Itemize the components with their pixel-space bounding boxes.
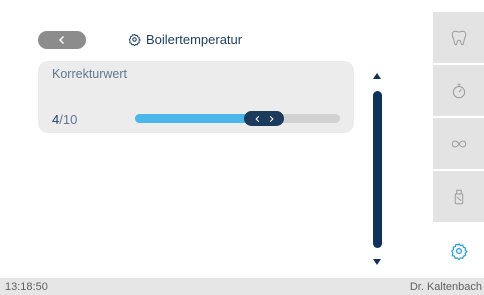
chevron-left-icon <box>59 36 64 44</box>
setting-label: Korrekturwert <box>52 67 128 81</box>
setting-value: 4/10 <box>52 112 77 127</box>
scroll-up-arrow-icon[interactable] <box>372 72 382 80</box>
timer-icon <box>452 83 465 98</box>
infinity-icon <box>451 140 466 147</box>
setting-max-value: /10 <box>59 112 78 127</box>
slider-thumb[interactable] <box>244 111 284 126</box>
scroll-down-arrow-icon[interactable] <box>372 258 382 266</box>
bottle-icon <box>454 189 463 204</box>
chevron-left-icon[interactable] <box>254 115 261 123</box>
gear-icon <box>128 33 141 46</box>
back-button[interactable] <box>38 31 86 49</box>
status-bar: 13:18:50 Dr. Kaltenbach <box>0 278 484 295</box>
chevron-right-icon[interactable] <box>268 115 275 123</box>
scrollbar[interactable] <box>373 91 382 248</box>
setting-card: Korrekturwert 4/10 <box>38 61 354 133</box>
page-header: Boilertemperatur <box>128 32 242 47</box>
value-slider[interactable] <box>135 111 340 126</box>
page-title: Boilertemperatur <box>146 32 243 47</box>
nav-item-settings[interactable] <box>433 224 484 278</box>
main-panel: Boilertemperatur Korrekturwert 4/10 <box>0 0 433 278</box>
nav-item-infinity[interactable] <box>433 118 484 170</box>
nav-item-tooth[interactable] <box>433 12 484 64</box>
status-user: Dr. Kaltenbach <box>409 281 482 293</box>
nav-item-bottle[interactable] <box>433 171 484 223</box>
nav-item-timer[interactable] <box>433 65 484 117</box>
tooth-icon <box>451 30 466 45</box>
gear-icon <box>450 242 467 260</box>
status-time: 13:18:50 <box>5 281 48 293</box>
side-navigation <box>433 12 484 278</box>
